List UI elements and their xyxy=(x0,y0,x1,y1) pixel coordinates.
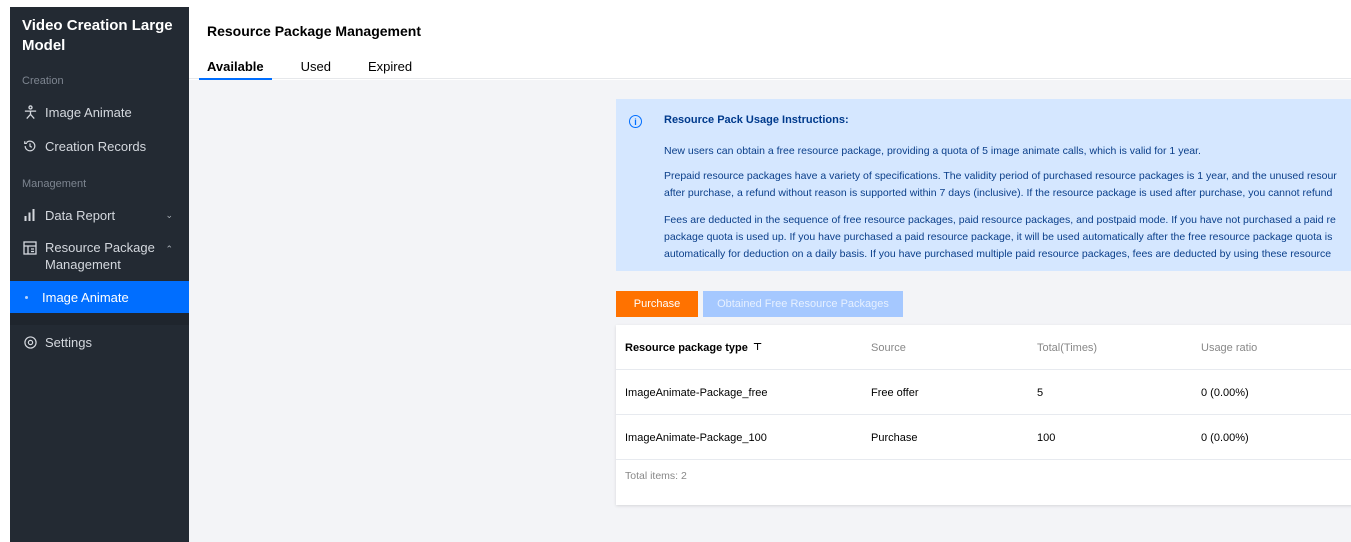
chevron-down-icon: ⌄ xyxy=(165,209,173,220)
notice-paragraph-3-line1: Fees are deducted in the sequence of fre… xyxy=(664,214,1336,226)
sidebar-item-label: Resource Package Management xyxy=(45,239,155,273)
cell-total: 100 xyxy=(1037,431,1056,444)
info-icon: i xyxy=(629,115,642,128)
sidebar-divider xyxy=(10,313,189,325)
notice-title: Resource Pack Usage Instructions: xyxy=(664,114,849,126)
sidebar-subitem-label: Image Animate xyxy=(42,289,129,305)
page-title: Resource Package Management xyxy=(207,23,421,39)
filter-icon[interactable]: ⊤ xyxy=(753,342,762,353)
cell-total: 5 xyxy=(1037,386,1044,399)
cell-usage-ratio: 0 (0.00%) xyxy=(1201,386,1249,399)
sidebar-item-label: Settings xyxy=(45,334,92,350)
sidebar-item-label: Creation Records xyxy=(45,138,147,154)
column-header-label: Resource package type xyxy=(625,341,748,354)
app-title-line2: Model xyxy=(22,37,66,54)
sidebar-item-settings[interactable]: Settings xyxy=(10,325,189,359)
page-header: Resource Package Management Available Us… xyxy=(189,7,1351,80)
app-title-line1: Video Creation Large xyxy=(22,17,173,34)
settings-icon xyxy=(22,334,38,350)
resource-package-table: Resource package type ⊤ Source Total(Tim… xyxy=(616,325,1351,505)
bar-chart-icon xyxy=(22,207,38,223)
chevron-up-icon: ⌃ xyxy=(165,244,173,254)
column-header-type: Resource package type ⊤ xyxy=(625,325,762,370)
table-header-row: Resource package type ⊤ Source Total(Tim… xyxy=(616,325,1351,370)
cell-source: Purchase xyxy=(871,431,918,444)
sidebar-subitem-image-animate[interactable]: Image Animate xyxy=(10,281,189,313)
app-title: Video Creation Large Model xyxy=(10,7,189,56)
cell-type: ImageAnimate-Package_100 xyxy=(625,431,767,444)
sidebar-item-data-report[interactable]: Data Report ⌄ xyxy=(10,198,189,232)
notice-paragraph-2-line2: after purchase, a refund without reason … xyxy=(664,187,1333,199)
sidebar-item-resource-package-management[interactable]: Resource Package Management ⌃ xyxy=(10,232,189,278)
tab-available[interactable]: Available xyxy=(199,59,272,80)
table-row: ImageAnimate-Package_100 Purchase 100 0 … xyxy=(616,415,1351,460)
column-header-usage-ratio: Usage ratio xyxy=(1201,341,1258,354)
cell-source: Free offer xyxy=(871,386,919,399)
tab-expired[interactable]: Expired xyxy=(368,59,412,79)
cell-type: ImageAnimate-Package_free xyxy=(625,386,768,399)
bullet-dot-icon xyxy=(25,295,28,299)
label-line1: Resource Package xyxy=(45,240,155,255)
history-clock-icon xyxy=(22,138,38,154)
tab-used[interactable]: Used xyxy=(301,59,331,79)
sidebar: Video Creation Large Model Creation Imag… xyxy=(10,7,189,542)
main-content: i Resource Pack Usage Instructions: New … xyxy=(189,80,1351,542)
sidebar-item-creation-records[interactable]: Creation Records xyxy=(10,129,189,163)
column-header-source: Source xyxy=(871,341,906,354)
notice-paragraph-3-line2: package quota is used up. If you have pu… xyxy=(664,231,1333,243)
purchase-button[interactable]: Purchase xyxy=(616,291,698,317)
label-line2: Management xyxy=(45,257,121,272)
table-row: ImageAnimate-Package_free Free offer 5 0… xyxy=(616,370,1351,415)
sidebar-item-image-animate[interactable]: Image Animate xyxy=(10,95,189,129)
package-icon xyxy=(22,240,38,256)
column-header-total: Total(Times) xyxy=(1037,341,1098,354)
sidebar-item-label: Image Animate xyxy=(45,104,132,120)
cell-usage-ratio: 0 (0.00%) xyxy=(1201,431,1249,444)
notice-paragraph-1: New users can obtain a free resource pac… xyxy=(664,145,1201,157)
person-animate-icon xyxy=(22,104,38,120)
section-creation-label: Creation xyxy=(22,75,64,87)
obtained-free-packages-button[interactable]: Obtained Free Resource Packages xyxy=(703,291,903,317)
total-items-label: Total items: 2 xyxy=(625,470,687,482)
tab-bar: Available Used Expired xyxy=(199,59,449,80)
notice-paragraph-2-line1: Prepaid resource packages have a variety… xyxy=(664,170,1337,182)
usage-instructions-notice: i Resource Pack Usage Instructions: New … xyxy=(616,99,1351,271)
notice-paragraph-3-line3: automatically for deduction on a daily b… xyxy=(664,248,1332,260)
section-management-label: Management xyxy=(22,178,87,190)
sidebar-item-label: Data Report xyxy=(45,207,116,223)
